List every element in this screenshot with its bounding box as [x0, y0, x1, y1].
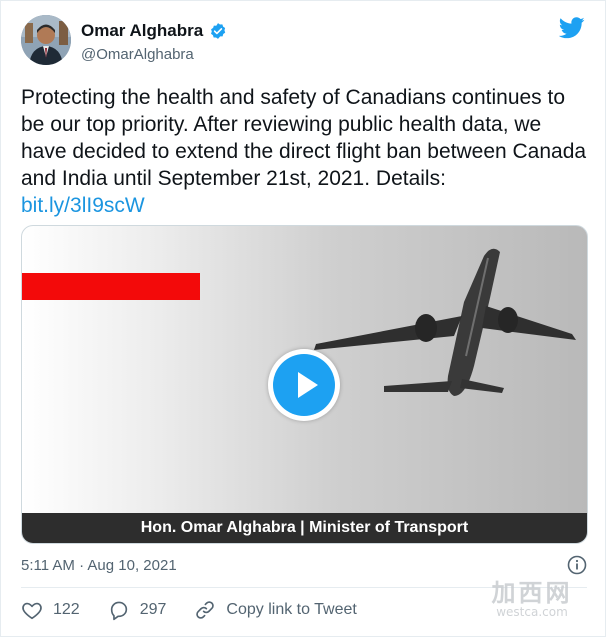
heart-icon	[22, 602, 42, 620]
like-count: 122	[53, 601, 80, 618]
avatar-image	[21, 15, 71, 65]
watermark-en: westca.com	[496, 605, 568, 619]
tweet-link[interactable]: bit.ly/3lI9scW	[21, 192, 591, 219]
tweet-timestamp[interactable]: 5:11 AM · Aug 10, 2021	[21, 557, 177, 574]
play-button-circle	[273, 354, 335, 416]
user-handle[interactable]: @OmarAlghabra	[81, 46, 194, 63]
link-icon	[196, 601, 215, 619]
watermark-cn: 加西网	[491, 579, 573, 607]
display-name-text: Omar Alghabra	[81, 21, 204, 40]
video-caption: Hon. Omar Alghabra | Minister of Transpo…	[22, 513, 587, 543]
copy-link-button[interactable]: Copy link to Tweet	[194, 599, 357, 621]
play-button[interactable]	[268, 349, 340, 421]
video-media[interactable]: Hon. Omar Alghabra | Minister of Transpo…	[21, 225, 588, 544]
twitter-bird-icon[interactable]	[559, 17, 585, 39]
play-icon	[298, 372, 318, 398]
reply-count: 297	[139, 601, 167, 618]
tweet-text: Protecting the health and safety of Cana…	[21, 84, 591, 219]
info-icon[interactable]	[567, 555, 587, 575]
reply-button[interactable]: 297	[108, 599, 167, 621]
watermark: 加西网 westca.com	[477, 581, 587, 621]
tweet-card: Omar Alghabra @OmarAlghabra Protecting t…	[0, 0, 606, 637]
red-accent-bar	[22, 273, 200, 300]
copy-link-label: Copy link to Tweet	[226, 601, 357, 618]
tweet-actions: 122 297 Copy link to Tweet	[21, 598, 385, 622]
verified-icon	[211, 23, 226, 39]
avatar[interactable]	[21, 15, 71, 65]
airplane-image	[314, 248, 576, 396]
tweet-body: Protecting the health and safety of Cana…	[21, 86, 587, 190]
like-button[interactable]: 122	[21, 599, 80, 621]
reply-icon	[110, 601, 127, 621]
display-name[interactable]: Omar Alghabra	[81, 21, 227, 41]
